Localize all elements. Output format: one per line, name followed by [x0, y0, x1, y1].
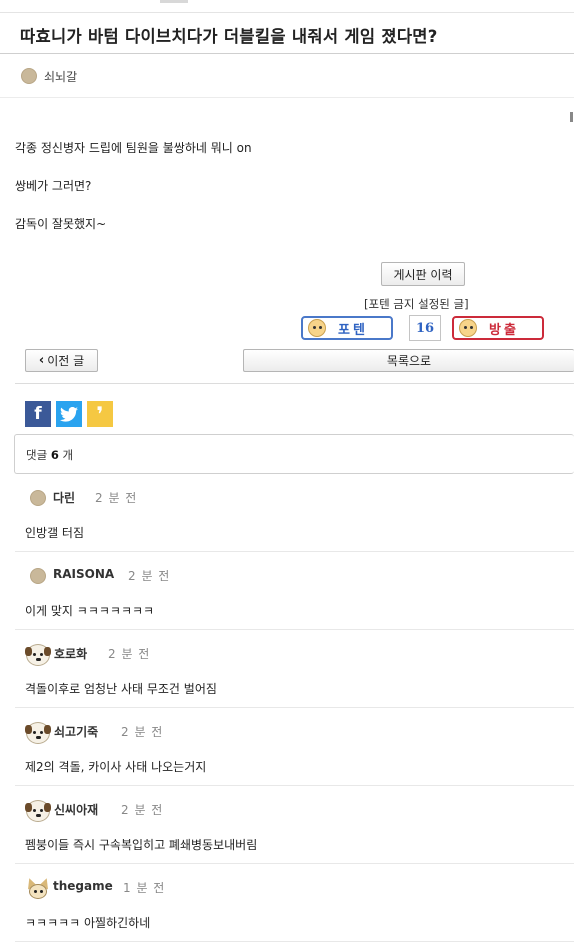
twitter-icon[interactable]	[56, 401, 82, 427]
comment-author[interactable]: thegame	[53, 879, 113, 893]
comments-header: 댓글 6 개	[14, 434, 574, 474]
page-title: 따효니가 바텀 다이브치다가 더블킬을 내줘서 게임 졌다면?	[20, 27, 438, 46]
upvote-label: 포텐	[338, 322, 368, 338]
vote-count: 16	[409, 315, 441, 341]
post-body-line: 각종 정신병자 드립에 팀원을 불쌍하네 뭐니 on	[15, 141, 252, 155]
comments-unit: 개	[62, 448, 74, 462]
puppy-avatar-icon	[25, 800, 51, 822]
scrollbar-thumb[interactable]	[570, 112, 573, 122]
comment-item: thegame 1 분 전 ㅋㅋㅋㅋㅋ 아찔하긴하네	[15, 864, 574, 942]
post-author-row: 쇠뇌갈	[0, 55, 574, 98]
comment-text: 격돌이후로 엄청난 사태 무조건 벌어짐	[25, 682, 217, 696]
list-button[interactable]: 목록으로	[243, 349, 574, 372]
comment-item: 다린 2 분 전 인방갤 터짐	[15, 474, 574, 552]
comment-author[interactable]: 쇠고기죽	[54, 723, 98, 740]
comment-author[interactable]: 다린	[53, 489, 75, 506]
comment-item: 호로화 2 분 전 격돌이후로 엄청난 사태 무조건 벌어짐	[15, 630, 574, 708]
comment-author[interactable]: RAISONA	[53, 567, 114, 581]
comment-time: 2 분 전	[121, 803, 164, 817]
downvote-label: 방출	[489, 322, 519, 338]
board-history-button[interactable]: 게시판 이력	[381, 262, 465, 286]
author-level-icon	[21, 68, 37, 84]
top-border	[0, 0, 574, 13]
comment-time: 2 분 전	[121, 725, 164, 739]
angry-face-icon	[459, 319, 477, 337]
chevron-left-icon: ‹	[38, 353, 45, 368]
comment-time: 1 분 전	[123, 881, 166, 895]
author-name[interactable]: 쇠뇌갈	[44, 68, 77, 85]
kakaostory-icon[interactable]: ❜	[87, 401, 113, 427]
prev-post-label: 이전 글	[47, 354, 85, 368]
comment-author[interactable]: 신씨아재	[54, 801, 98, 818]
puppy-avatar-icon	[25, 722, 51, 744]
comment-time: 2 분 전	[108, 647, 151, 661]
user-level-icon	[30, 568, 46, 584]
comment-text: ㅋㅋㅋㅋㅋ 아찔하긴하네	[25, 916, 151, 930]
comment-time: 2 분 전	[95, 491, 138, 505]
comment-text: 인방갤 터짐	[25, 526, 85, 540]
comments-count: 6	[50, 448, 59, 462]
comment-text: 제2의 격돌, 카이사 사태 나오는거지	[25, 760, 207, 774]
post-body-line: 쌍베가 그러면?	[15, 179, 92, 193]
potent-ban-note: [포텐 금지 설정된 글]	[364, 297, 469, 311]
comment-time: 2 분 전	[128, 569, 171, 583]
comment-text: 이게 맞지 ㅋㅋㅋㅋㅋㅋㅋ	[25, 604, 155, 618]
post-header: 따효니가 바텀 다이브치다가 더블킬을 내줘서 게임 졌다면?	[0, 13, 574, 54]
smile-icon	[308, 319, 326, 337]
comment-author[interactable]: 호로화	[54, 645, 87, 662]
facebook-icon[interactable]: f	[25, 401, 51, 427]
comments-label: 댓글	[26, 448, 48, 462]
upvote-button[interactable]: 포텐	[301, 316, 393, 340]
downvote-button[interactable]: 방출	[452, 316, 544, 340]
comment-text: 펨붕이들 즉시 구속복입히고 폐쇄병동보내버림	[25, 838, 258, 852]
prev-post-button[interactable]: ‹ 이전 글	[25, 349, 98, 372]
puppy-avatar-icon	[25, 644, 51, 666]
divider	[15, 383, 574, 384]
comment-item: RAISONA 2 분 전 이게 맞지 ㅋㅋㅋㅋㅋㅋㅋ	[15, 552, 574, 630]
top-tab-mark	[160, 0, 188, 3]
chihuahua-avatar-icon	[24, 876, 52, 900]
user-level-icon	[30, 490, 46, 506]
comment-item: 쇠고기죽 2 분 전 제2의 격돌, 카이사 사태 나오는거지	[15, 708, 574, 786]
post-body-line: 감독이 잘못했지~	[15, 217, 107, 231]
comment-item: 신씨아재 2 분 전 펨붕이들 즉시 구속복입히고 폐쇄병동보내버림	[15, 786, 574, 864]
